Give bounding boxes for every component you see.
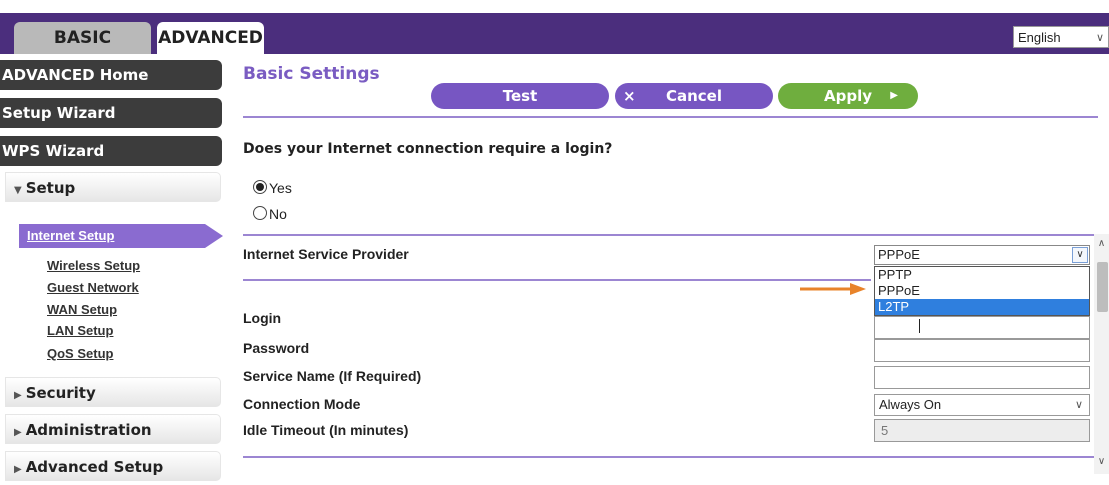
sidebar-item-internet-setup[interactable]: Internet Setup bbox=[19, 224, 223, 248]
isp-option-l2tp[interactable]: L2TP bbox=[875, 299, 1089, 315]
login-input[interactable] bbox=[874, 316, 1090, 339]
chevron-up-icon[interactable]: ∧ bbox=[1094, 238, 1109, 252]
idle-timeout-label: Idle Timeout (In minutes) bbox=[243, 422, 409, 438]
cancel-button[interactable]: × Cancel bbox=[615, 83, 773, 109]
nav-advanced-setup[interactable]: ▶ Advanced Setup bbox=[5, 451, 221, 481]
isp-option-pppoe[interactable]: PPPoE bbox=[875, 283, 1089, 299]
login-label: Login bbox=[243, 310, 282, 326]
sidebar-item-lan-setup[interactable]: LAN Setup bbox=[47, 323, 113, 338]
collapsed-triangle-icon: ▶ bbox=[14, 427, 22, 438]
radio-yes[interactable] bbox=[253, 180, 267, 194]
test-button-label: Test bbox=[502, 87, 538, 105]
isp-dropdown-list: PPTP PPPoE L2TP bbox=[874, 266, 1090, 316]
nav-administration[interactable]: ▶ Administration bbox=[5, 414, 221, 444]
nav-security[interactable]: ▶ Security bbox=[5, 377, 221, 407]
play-arrow-icon: ▶ bbox=[890, 90, 898, 101]
nav-setup-label: Setup bbox=[25, 179, 76, 197]
close-icon: × bbox=[623, 87, 636, 105]
nav-administration-label: Administration bbox=[25, 421, 152, 439]
language-select[interactable]: English ∨ bbox=[1013, 26, 1109, 48]
apply-button[interactable]: Apply ▶ bbox=[778, 83, 918, 109]
radio-no-label: No bbox=[269, 206, 287, 222]
isp-option-pptp[interactable]: PPTP bbox=[875, 267, 1089, 283]
cancel-button-label: Cancel bbox=[665, 87, 722, 105]
isp-select[interactable]: PPPoE ∨ bbox=[874, 245, 1090, 265]
sidebar-item-label: Internet Setup bbox=[27, 228, 115, 243]
connection-mode-select[interactable]: Always On ∨ bbox=[874, 394, 1090, 416]
collapsed-triangle-icon: ▶ bbox=[14, 390, 22, 401]
radio-yes-label: Yes bbox=[269, 180, 292, 196]
nav-setup[interactable]: ▼ Setup bbox=[5, 172, 221, 202]
divider bbox=[243, 279, 871, 281]
service-name-label: Service Name (If Required) bbox=[243, 368, 422, 384]
connection-mode-value: Always On bbox=[879, 397, 942, 412]
sidebar-item-qos-setup[interactable]: QoS Setup bbox=[47, 346, 113, 361]
chevron-down-icon[interactable]: ∨ bbox=[1094, 456, 1109, 470]
divider bbox=[243, 456, 1098, 458]
login-question: Does your Internet connection require a … bbox=[243, 141, 613, 157]
language-value: English bbox=[1018, 30, 1061, 45]
scrollbar-thumb[interactable] bbox=[1097, 262, 1108, 312]
nav-security-label: Security bbox=[25, 384, 96, 402]
sidebar-item-guest-network[interactable]: Guest Network bbox=[47, 280, 139, 295]
nav-advanced-setup-label: Advanced Setup bbox=[25, 458, 164, 476]
divider bbox=[243, 234, 1098, 236]
idle-timeout-input[interactable]: 5 bbox=[874, 419, 1090, 442]
nav-advanced-home[interactable]: ADVANCED Home bbox=[0, 60, 222, 90]
radio-no[interactable] bbox=[253, 206, 267, 220]
text-caret bbox=[919, 319, 920, 333]
chevron-down-icon[interactable]: ∨ bbox=[1072, 247, 1088, 263]
collapsed-triangle-icon: ▶ bbox=[14, 464, 22, 475]
top-bar: BASIC ADVANCED English ∨ bbox=[0, 0, 1109, 54]
chevron-down-icon: ∨ bbox=[1074, 399, 1083, 411]
password-input[interactable] bbox=[874, 339, 1090, 362]
tab-advanced[interactable]: ADVANCED bbox=[157, 22, 264, 54]
divider bbox=[243, 116, 1098, 118]
password-label: Password bbox=[243, 340, 310, 356]
annotation-arrow-icon bbox=[800, 283, 866, 295]
sidebar-item-wan-setup[interactable]: WAN Setup bbox=[47, 302, 117, 317]
page-title: Basic Settings bbox=[243, 64, 380, 84]
chevron-down-icon: ∨ bbox=[1095, 32, 1104, 44]
connection-mode-label: Connection Mode bbox=[243, 396, 361, 412]
idle-timeout-value: 5 bbox=[881, 423, 889, 438]
isp-select-value: PPPoE bbox=[878, 247, 920, 262]
nav-wps-wizard[interactable]: WPS Wizard bbox=[0, 136, 222, 166]
nav-setup-wizard[interactable]: Setup Wizard bbox=[0, 98, 222, 128]
sidebar-item-wireless-setup[interactable]: Wireless Setup bbox=[47, 258, 140, 273]
service-name-input[interactable] bbox=[874, 366, 1090, 389]
isp-label: Internet Service Provider bbox=[243, 246, 409, 262]
apply-button-label: Apply bbox=[823, 87, 872, 105]
test-button[interactable]: Test bbox=[431, 83, 609, 109]
expanded-triangle-icon: ▼ bbox=[14, 185, 22, 196]
tab-basic[interactable]: BASIC bbox=[14, 22, 151, 54]
